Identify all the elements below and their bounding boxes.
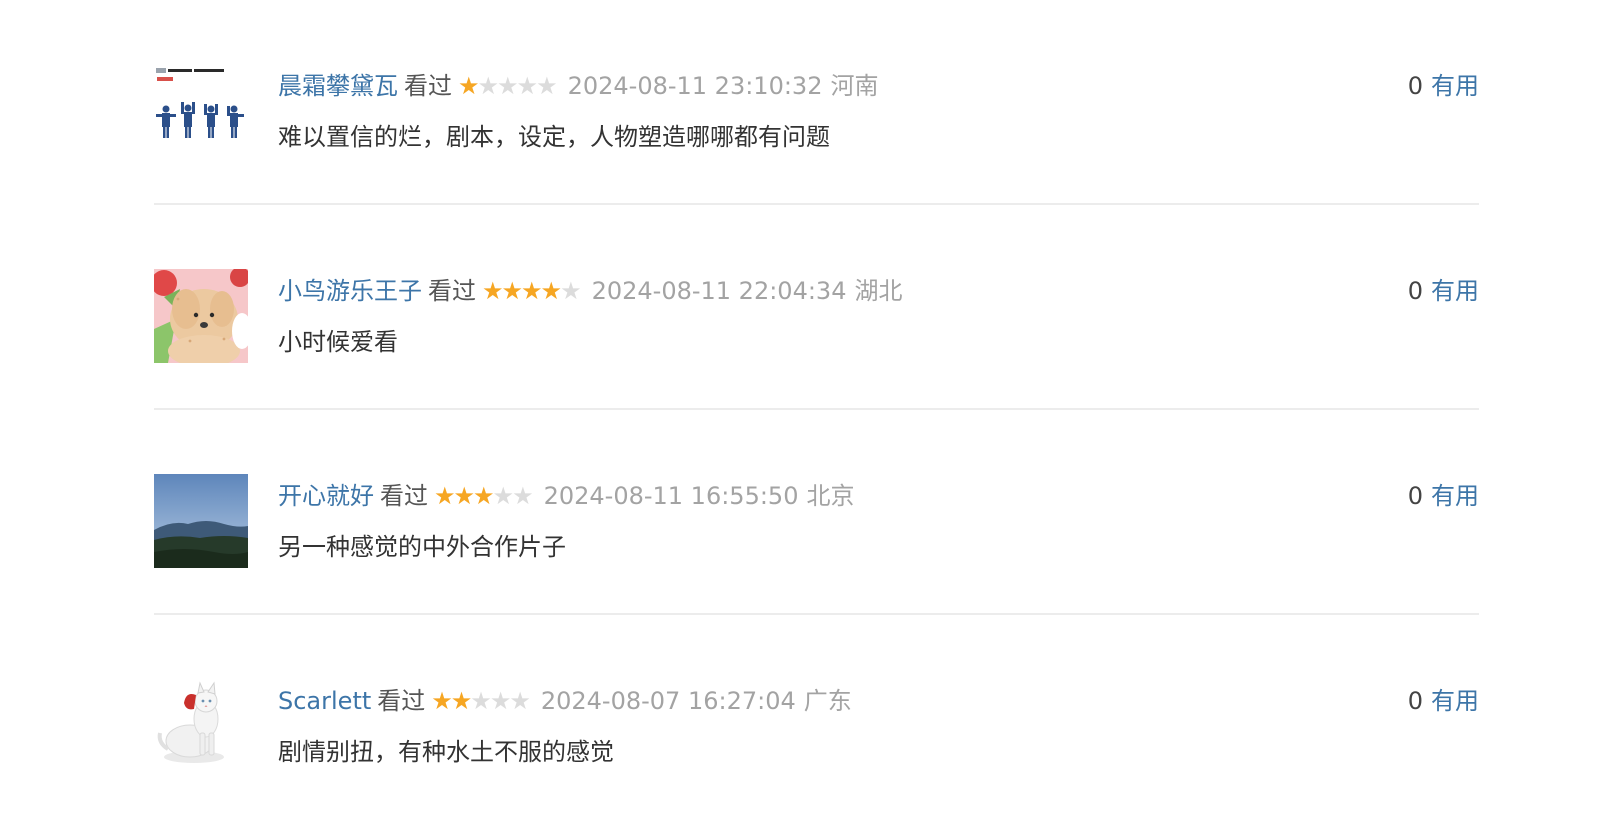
star-filled-icon: ★ — [540, 277, 562, 305]
star-empty-icon: ★ — [492, 482, 514, 510]
comment-time: 2024-08-11 16:55:50 — [543, 482, 799, 510]
star-empty-icon: ★ — [497, 72, 518, 100]
useful-button[interactable]: 有用 — [1431, 687, 1479, 715]
username-link[interactable]: 晨霜攀黛瓦 — [278, 72, 398, 100]
star-empty-icon: ★ — [489, 687, 511, 715]
vote-count: 0 — [1407, 687, 1423, 715]
watch-status: 看过 — [404, 72, 452, 100]
avatar[interactable] — [154, 269, 248, 363]
comment-content: 剧情别扭，有种水土不服的感觉 — [278, 738, 614, 766]
comment-item: 晨霜攀黛瓦 看过 ★★★★★ 2024-08-11 23:10:32 河南 难以置信的烂… — [154, 0, 1479, 205]
comment-content: 小时候爱看 — [278, 328, 398, 356]
comment-location: 湖北 — [854, 277, 903, 305]
vote-area: 0 有用 — [1408, 683, 1479, 719]
star-empty-icon: ★ — [516, 72, 538, 100]
comment-time: 2024-08-07 16:27:04 — [540, 687, 796, 715]
star-empty-icon: ★ — [470, 687, 491, 715]
rating-stars: ★★★★★ — [434, 478, 534, 514]
useful-button[interactable]: 有用 — [1431, 482, 1479, 510]
comment-info: Scarlett 看过 ★★★★★ 2024-08-07 16:27:04 广东 — [278, 683, 852, 719]
star-filled-icon: ★ — [482, 277, 503, 305]
avatar[interactable] — [154, 64, 248, 158]
comment-item: 小鸟游乐王子 看过 ★★★★★ 2024-08-11 22:04:34 湖北 小时候爱看… — [154, 205, 1479, 410]
star-filled-icon: ★ — [450, 687, 472, 715]
watch-status: 看过 — [377, 687, 426, 715]
beatles-album-avatar-icon — [154, 64, 248, 158]
vote-count: 0 — [1407, 72, 1423, 100]
star-empty-icon: ★ — [536, 72, 557, 100]
rating-stars: ★★★★★ — [431, 683, 531, 719]
username-link[interactable]: Scarlett — [278, 687, 371, 715]
comment-info: 开心就好 看过 ★★★★★ 2024-08-11 16:55:50 北京 — [278, 478, 854, 514]
comment-time: 2024-08-11 23:10:32 — [567, 72, 823, 100]
username-link[interactable]: 开心就好 — [278, 482, 374, 510]
vote-area: 0 有用 — [1408, 68, 1479, 104]
vote-area: 0 有用 — [1408, 273, 1479, 309]
comment-content: 难以置信的烂，剧本，设定，人物塑造哪哪都有问题 — [278, 123, 830, 151]
watch-status: 看过 — [380, 482, 428, 510]
star-filled-icon: ★ — [501, 277, 523, 305]
avatar[interactable] — [154, 474, 248, 568]
puppy-illustration-avatar-icon — [154, 269, 248, 363]
useful-button[interactable]: 有用 — [1431, 277, 1479, 305]
watch-status: 看过 — [428, 277, 476, 305]
star-empty-icon: ★ — [512, 482, 533, 510]
white-cat-avatar-icon — [154, 679, 248, 773]
star-empty-icon: ★ — [560, 277, 581, 305]
star-filled-icon: ★ — [431, 687, 452, 715]
comment-info: 晨霜攀黛瓦 看过 ★★★★★ 2024-08-11 23:10:32 河南 — [278, 68, 878, 104]
comment-time: 2024-08-11 22:04:34 — [591, 277, 847, 305]
comment-location: 河南 — [830, 72, 879, 100]
vote-count: 0 — [1407, 482, 1423, 510]
star-empty-icon: ★ — [477, 72, 499, 100]
useful-button[interactable]: 有用 — [1431, 72, 1479, 100]
star-filled-icon: ★ — [473, 482, 494, 510]
star-empty-icon: ★ — [509, 687, 530, 715]
comment-list: 晨霜攀黛瓦 看过 ★★★★★ 2024-08-11 23:10:32 河南 难以置信的烂… — [0, 0, 1598, 831]
vote-count: 0 — [1407, 277, 1423, 305]
username-link[interactable]: 小鸟游乐王子 — [278, 277, 422, 305]
star-filled-icon: ★ — [521, 277, 542, 305]
comment-item: Scarlett 看过 ★★★★★ 2024-08-07 16:27:04 广东 剧情别… — [154, 615, 1479, 820]
comment-info: 小鸟游乐王子 看过 ★★★★★ 2024-08-11 22:04:34 湖北 — [278, 273, 902, 309]
comment-item: 开心就好 看过 ★★★★★ 2024-08-11 16:55:50 北京 另一种感觉的中… — [154, 410, 1479, 615]
comment-location: 北京 — [806, 482, 855, 510]
avatar[interactable] — [154, 679, 248, 773]
comment-location: 广东 — [803, 687, 852, 715]
mountain-landscape-avatar-icon — [154, 474, 248, 568]
star-filled-icon: ★ — [434, 482, 455, 510]
rating-stars: ★★★★★ — [458, 68, 558, 104]
star-filled-icon: ★ — [453, 482, 475, 510]
comment-content: 另一种感觉的中外合作片子 — [278, 533, 566, 561]
vote-area: 0 有用 — [1408, 478, 1479, 514]
star-filled-icon: ★ — [458, 72, 479, 100]
rating-stars: ★★★★★ — [482, 273, 582, 309]
